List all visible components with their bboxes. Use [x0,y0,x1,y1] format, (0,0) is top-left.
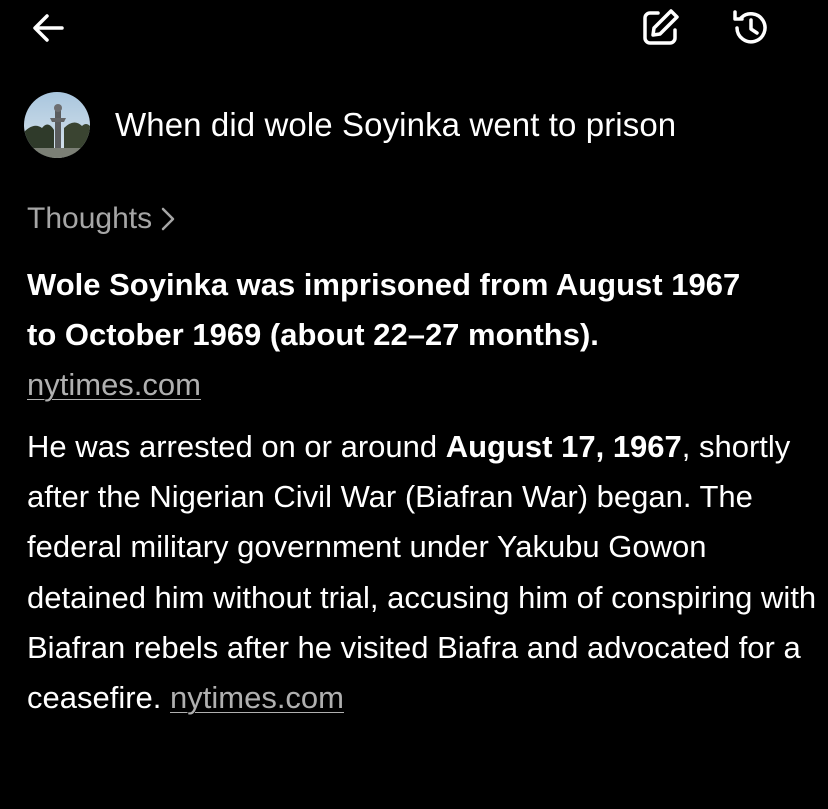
paragraph-text-start: He was arrested on or around [27,429,446,464]
thoughts-label: Thoughts [27,202,153,235]
summary-line-1: Wole Soyinka was imprisoned from August … [27,267,741,302]
answer-paragraph: He was arrested on or around August 17, … [27,422,817,723]
user-query-row: When did wole Soyinka went to prison [24,92,804,158]
back-button[interactable] [24,4,72,52]
arrow-left-icon [33,14,64,42]
history-button[interactable] [727,4,775,52]
chevron-right-icon [160,205,176,233]
paragraph-source-link[interactable]: nytimes.com [170,680,344,715]
user-avatar-image [24,92,90,158]
new-chat-button[interactable] [636,4,684,52]
arrest-date: August 17, 1967 [445,429,682,464]
assistant-answer: Wole Soyinka was imprisoned from August … [27,260,817,723]
summary-line-2: to October 1969 (about 22–27 months). [27,317,599,352]
thoughts-toggle[interactable]: Thoughts [27,202,176,236]
paragraph-text-rest: , shortly after the Nigerian Civil War (… [27,429,817,716]
summary-source-link[interactable]: nytimes.com [27,360,201,410]
answer-summary: Wole Soyinka was imprisoned from August … [27,260,817,360]
user-query-text: When did wole Soyinka went to prison [115,106,677,143]
edit-square-icon [643,9,679,45]
avatar[interactable] [24,92,90,158]
history-icon [733,10,767,44]
top-bar [0,0,828,60]
